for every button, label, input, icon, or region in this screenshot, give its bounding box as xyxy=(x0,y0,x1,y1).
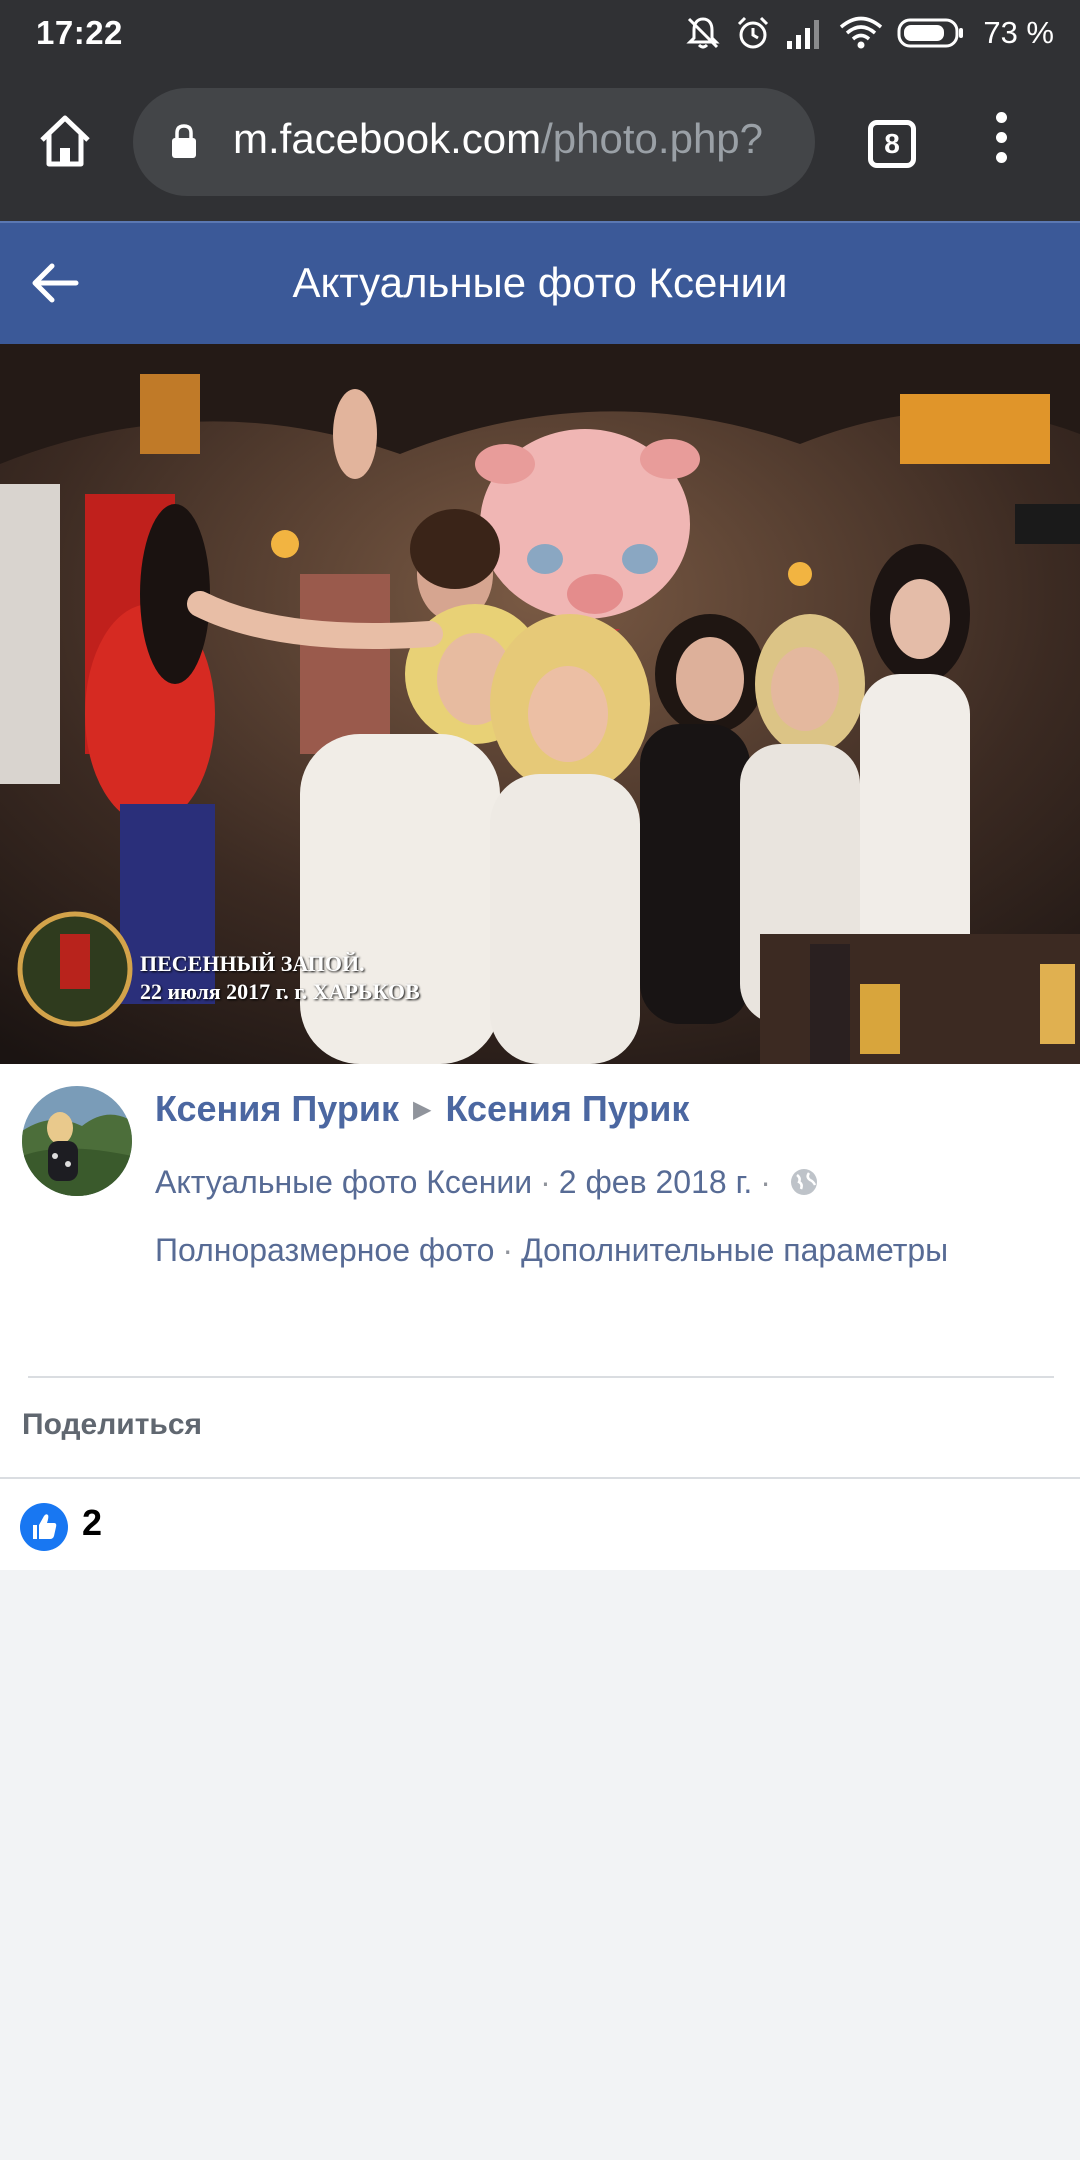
alarm-icon xyxy=(738,16,769,49)
photo-actions: Полноразмерное фото · Дополнительные парам… xyxy=(155,1232,948,1269)
divider xyxy=(0,1477,1080,1479)
photo-watermark: ПЕСЕННЫЙ ЗАПОЙ. 22 июля 2017 г. г. ХАРЬК… xyxy=(140,950,420,1006)
battery-percent: 73 % xyxy=(983,15,1054,50)
like-reaction-icon[interactable] xyxy=(20,1503,68,1551)
page-title: Актуальные фото Ксении xyxy=(292,259,788,306)
url-path: /photo.php? xyxy=(541,115,764,162)
browser-toolbar: m.facebook.com/photo.php? 8 xyxy=(0,66,1080,221)
triangle-right-icon: ▶ xyxy=(412,1096,432,1123)
tab-switcher-button[interactable]: 8 xyxy=(868,120,916,168)
page-header: Актуальные фото Ксении xyxy=(0,221,1080,344)
mute-icon xyxy=(686,17,720,49)
share-button[interactable]: Поделиться xyxy=(22,1408,202,1442)
battery-icon xyxy=(897,18,964,48)
status-time: 17:22 xyxy=(36,14,123,51)
like-count[interactable]: 2 xyxy=(82,1502,102,1544)
lock-icon xyxy=(172,124,196,158)
wifi-icon xyxy=(840,16,883,49)
post-date[interactable]: 2 фев 2018 г. xyxy=(559,1164,752,1200)
links-separator: · xyxy=(502,1232,514,1268)
status-bar: 17:22 73 % xyxy=(0,0,1080,66)
watermark-line-1: ПЕСЕННЫЙ ЗАПОЙ. xyxy=(140,951,365,976)
signal-icon xyxy=(787,20,820,49)
full-size-link[interactable]: Полноразмерное фото xyxy=(155,1232,494,1268)
divider xyxy=(28,1376,1054,1378)
post-info: Ксения Пурик ▶ Ксения Пурик Актуальные фот… xyxy=(0,1064,1080,1570)
address-bar[interactable]: m.facebook.com/photo.php? xyxy=(133,88,815,196)
post-meta: Актуальные фото Ксении · 2 фев 2018 г. · xyxy=(155,1164,819,1201)
avatar[interactable] xyxy=(22,1086,132,1196)
more-menu-icon[interactable] xyxy=(986,112,1016,172)
meta-separator: · xyxy=(760,1164,771,1200)
post-author-line: Ксения Пурик ▶ Ксения Пурик xyxy=(155,1088,689,1130)
status-icons: 73 % xyxy=(685,12,1054,54)
url-host: m.facebook.com xyxy=(233,115,542,162)
more-options-link[interactable]: Дополнительные параметры xyxy=(521,1232,948,1268)
target-link[interactable]: Ксения Пурик xyxy=(445,1088,689,1129)
post-photo[interactable]: ПЕСЕННЫЙ ЗАПОЙ. 22 июля 2017 г. г. ХАРЬК… xyxy=(0,344,1080,1064)
globe-icon xyxy=(790,1168,817,1195)
home-icon[interactable] xyxy=(36,112,94,170)
url-text: m.facebook.com/photo.php? xyxy=(233,115,763,163)
album-link[interactable]: Актуальные фото Ксении xyxy=(155,1164,532,1200)
author-link[interactable]: Ксения Пурик xyxy=(155,1088,399,1129)
watermark-line-2: 22 июля 2017 г. г. ХАРЬКОВ xyxy=(140,979,420,1004)
meta-separator: · xyxy=(540,1164,551,1200)
